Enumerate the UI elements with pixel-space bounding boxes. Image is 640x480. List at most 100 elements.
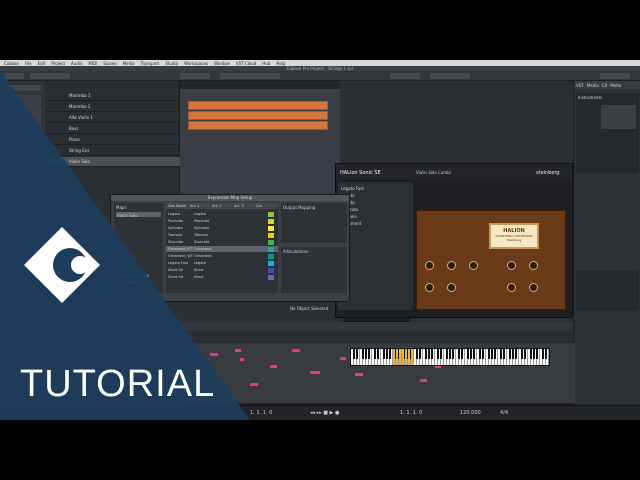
menu-item[interactable]: Help xyxy=(276,61,285,66)
rack-tree[interactable] xyxy=(601,105,636,129)
track-row[interactable]: Alto Violin 1 xyxy=(45,113,180,123)
color-swatch[interactable] xyxy=(268,260,274,266)
table-row[interactable]: Legato Legato xyxy=(166,211,278,217)
midi-event[interactable] xyxy=(188,121,328,130)
midi-event[interactable] xyxy=(188,111,328,120)
menu-item[interactable]: Hub xyxy=(262,61,270,66)
arrange-view[interactable] xyxy=(180,81,340,196)
color-swatch[interactable] xyxy=(268,274,274,280)
color-swatch[interactable] xyxy=(268,253,274,259)
knob-release[interactable] xyxy=(469,261,478,270)
knob-width[interactable] xyxy=(529,261,538,270)
menu-item[interactable]: MIDI xyxy=(88,61,97,66)
menu-item[interactable]: Audio xyxy=(71,61,82,66)
tool-button[interactable] xyxy=(4,73,24,79)
map-item-selected[interactable]: Violin Solo xyxy=(116,212,161,218)
color-swatch[interactable] xyxy=(268,246,274,252)
menu-item[interactable]: Workspaces xyxy=(184,61,208,66)
color-swatch[interactable] xyxy=(268,239,274,245)
virtual-keyboard[interactable] xyxy=(350,348,550,366)
midi-note[interactable] xyxy=(235,349,241,352)
column-header[interactable]: Col. xyxy=(256,203,263,209)
right-tab[interactable]: Meter xyxy=(610,83,622,88)
knob-filter[interactable] xyxy=(425,283,434,292)
track-row[interactable]: String Ens xyxy=(45,146,180,156)
column-header[interactable]: Art. 1 xyxy=(190,203,200,209)
knob-resonance[interactable] xyxy=(447,283,456,292)
midi-note[interactable] xyxy=(340,357,346,360)
midi-note[interactable] xyxy=(250,383,258,386)
inspector-header[interactable] xyxy=(4,85,41,91)
tool-button[interactable] xyxy=(30,73,70,79)
track-row[interactable]: Bass xyxy=(45,124,180,134)
color-swatch[interactable] xyxy=(268,232,274,238)
track-row[interactable]: Marimba 1 xyxy=(45,91,180,101)
column-header[interactable]: Slot Name xyxy=(168,203,186,209)
color-swatch[interactable] xyxy=(268,218,274,224)
quantize-button[interactable] xyxy=(430,73,470,79)
halion-title: HALion Sonic SE xyxy=(340,170,381,176)
table-row[interactable]: Staccato Staccato xyxy=(166,239,278,245)
knob-reverb[interactable] xyxy=(507,261,516,270)
color-swatch[interactable] xyxy=(268,267,274,273)
right-tab[interactable]: Media xyxy=(587,83,599,88)
menu-item[interactable]: File xyxy=(25,61,32,66)
track-row[interactable]: Violin Solo xyxy=(45,157,180,167)
table-row[interactable]: Legato Fast Legato xyxy=(166,260,278,266)
media-browser[interactable] xyxy=(576,271,639,311)
snap-button[interactable] xyxy=(390,73,420,79)
tool-button[interactable] xyxy=(180,73,210,79)
timeline-ruler[interactable] xyxy=(180,81,340,89)
knob-attack[interactable] xyxy=(425,261,434,270)
white-key[interactable] xyxy=(546,349,549,365)
table-row[interactable]: Tremolo Tremolo xyxy=(166,232,278,238)
remote-title: Remote Settings xyxy=(116,273,150,278)
left-locator[interactable]: 1. 1. 1. 0 xyxy=(250,410,272,416)
menu-item[interactable]: Cubase xyxy=(4,61,19,66)
articulations-panel: Articulations xyxy=(281,247,347,293)
table-row[interactable]: Ornament_WT Ornament xyxy=(166,253,278,259)
right-tab[interactable]: CR xyxy=(602,83,608,88)
midi-note[interactable] xyxy=(240,358,244,361)
color-swatch[interactable] xyxy=(268,211,274,217)
track-row[interactable]: Marimba 2 xyxy=(45,102,180,112)
table-row[interactable]: Short All Short xyxy=(166,267,278,273)
halion-articulation[interactable]: Legato Fast xyxy=(341,186,364,191)
menu-item[interactable]: Window xyxy=(214,61,230,66)
tool-button[interactable] xyxy=(220,73,280,79)
signature-display[interactable]: 4/4 xyxy=(500,410,508,416)
tempo-display[interactable]: 120.000 xyxy=(460,410,481,416)
preset-name[interactable]: Violin Solo Combi xyxy=(416,170,451,175)
menu-item[interactable]: Edit xyxy=(38,61,46,66)
midi-note[interactable] xyxy=(210,353,218,356)
midi-note[interactable] xyxy=(310,371,320,374)
right-tab[interactable]: VST xyxy=(576,83,584,88)
midi-note[interactable] xyxy=(420,379,427,382)
midi-note[interactable] xyxy=(355,373,363,376)
midi-note[interactable] xyxy=(270,365,277,368)
table-row[interactable]: Short Alt Short xyxy=(166,274,278,280)
table-row[interactable]: Pizzicato Pizzicato xyxy=(166,218,278,224)
midi-note[interactable] xyxy=(218,391,223,394)
table-row[interactable]: Spiccato Spiccato xyxy=(166,225,278,231)
menu-item[interactable]: Scores xyxy=(103,61,116,66)
column-header[interactable]: Art. 3 xyxy=(234,203,244,209)
midi-event[interactable] xyxy=(188,101,328,110)
midi-note[interactable] xyxy=(292,349,300,352)
menu-item[interactable]: Transport xyxy=(141,61,160,66)
menu-item[interactable]: VST Cloud xyxy=(236,61,256,66)
play-controls[interactable]: ◂◂ ▸▸ ■ ▶ ● xyxy=(310,410,339,416)
knob-volume[interactable] xyxy=(507,283,516,292)
color-swatch[interactable] xyxy=(268,225,274,231)
remote-value[interactable]: Key Switches xyxy=(116,280,142,285)
knob-pan[interactable] xyxy=(529,283,538,292)
right-locator[interactable]: 1. 1. 1. 0 xyxy=(400,410,422,416)
menu-item[interactable]: Studio xyxy=(165,61,178,66)
track-row[interactable]: Piano xyxy=(45,135,180,145)
menu-item[interactable]: Project xyxy=(51,61,65,66)
menu-item[interactable]: Media xyxy=(123,61,135,66)
knob-decay[interactable] xyxy=(447,261,456,270)
column-header[interactable]: Art. 2 xyxy=(212,203,222,209)
window-controls[interactable] xyxy=(600,73,630,79)
table-row[interactable]: Ornament_HT Ornament xyxy=(166,246,278,252)
